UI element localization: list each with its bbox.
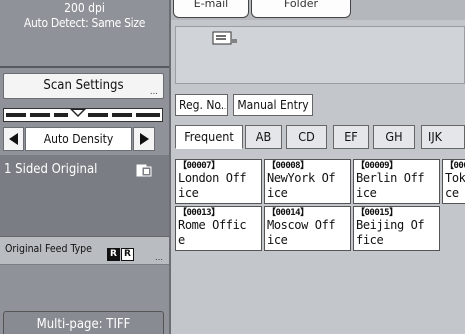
meter-segment — [6, 113, 26, 117]
tab-frequent[interactable]: Frequent — [175, 125, 243, 149]
scanner-screen: 200 dpi Auto Detect: Same Size Scan Sett… — [0, 0, 465, 334]
entry-number: 【00013】 — [178, 208, 220, 218]
feed-orientation-icon: R — [121, 248, 134, 261]
entry-number: 【00009】 — [356, 161, 398, 171]
original-feed-type-label: Original Feed Type — [3, 241, 94, 257]
density-indicator-inner — [73, 110, 83, 115]
scan-settings-button[interactable]: Scan Settings … — [3, 73, 164, 99]
tab-ef[interactable]: EF — [333, 125, 369, 149]
reg-no-label: Reg. No. — [179, 98, 225, 112]
tab-email[interactable]: E-mail — [173, 0, 249, 18]
tabs-bar: E-mail Folder — [171, 0, 465, 20]
more-dots-icon: … — [155, 253, 163, 262]
destination-entry[interactable]: 【00007】 London Off ice — [175, 159, 262, 204]
tab-gh[interactable]: GH — [373, 125, 415, 149]
auto-detect-text: Auto Detect: Same Size — [23, 16, 146, 30]
meter-segment — [54, 113, 68, 117]
entry-name: Tok ce — [445, 171, 465, 200]
manual-entry-button[interactable]: Manual Entry — [233, 94, 313, 116]
entry-name: Beijing Of fice — [356, 218, 425, 247]
arrow-right-icon — [139, 133, 149, 145]
arrow-left-icon — [9, 133, 18, 145]
divider — [0, 66, 169, 68]
tab-folder[interactable]: Folder — [251, 0, 351, 18]
destination-entry[interactable]: 【00010】 Tok ce — [442, 159, 465, 204]
destination-panel: E-mail Folder Reg. No.… Manual Entry Fre… — [169, 0, 465, 334]
meter-segment — [30, 113, 50, 117]
more-dots-icon: … — [219, 102, 227, 111]
destination-entry[interactable]: 【00008】 NewYork Of ice — [264, 159, 351, 204]
destination-entry[interactable]: 【00015】 Beijing Of fice — [353, 206, 440, 251]
entry-number: 【00008】 — [267, 161, 309, 171]
entry-name: NewYork Of ice — [267, 171, 336, 200]
sided-original-icon — [136, 164, 152, 177]
entry-number: 【00010】 — [445, 161, 465, 171]
feed-orientation-icon: R — [107, 248, 120, 261]
more-dots-icon: … — [149, 87, 158, 97]
resolution-text: 200 dpi — [64, 1, 105, 15]
reg-no-button[interactable]: Reg. No.… — [175, 94, 229, 116]
meter-segment — [136, 113, 160, 117]
entry-name: London Off ice — [178, 171, 247, 200]
scan-settings-label: Scan Settings — [43, 78, 124, 93]
destination-field[interactable] — [175, 26, 465, 84]
entry-number: 【00007】 — [178, 161, 220, 171]
sided-original-text: 1 Sided Original — [4, 162, 98, 177]
meter-segment — [88, 113, 108, 117]
density-meter — [3, 108, 163, 122]
tab-ab[interactable]: AB — [245, 125, 282, 149]
entry-number: 【00015】 — [356, 208, 398, 218]
entry-name: Rome Offic e — [178, 218, 247, 247]
multipage-button[interactable]: Multi-page: TIFF — [3, 311, 164, 334]
density-lighter-button[interactable] — [3, 127, 24, 151]
left-settings-panel: 200 dpi Auto Detect: Same Size Scan Sett… — [0, 0, 169, 334]
entry-method-row: Reg. No.… Manual Entry — [175, 94, 313, 116]
entry-name: Moscow Off ice — [267, 218, 336, 247]
density-controls: Auto Density — [0, 127, 169, 151]
destination-entry[interactable]: 【00013】 Rome Offic e — [175, 206, 262, 251]
density-darker-button[interactable] — [133, 127, 155, 151]
meter-segment — [112, 113, 132, 117]
resolution-info: 200 dpi Auto Detect: Same Size — [0, 0, 169, 31]
destination-entry[interactable]: 【00009】 Berlin Off ice — [353, 159, 440, 204]
destination-entry[interactable]: 【00014】 Moscow Off ice — [264, 206, 351, 251]
entry-name: Berlin Off ice — [356, 171, 425, 200]
tab-cd[interactable]: CD — [286, 125, 327, 149]
address-card-icon — [212, 31, 237, 45]
tab-ijk[interactable]: IJK — [421, 125, 465, 149]
feed-type-icons: RR — [107, 241, 135, 261]
auto-density-button[interactable]: Auto Density — [25, 127, 132, 151]
entry-number: 【00014】 — [267, 208, 309, 218]
